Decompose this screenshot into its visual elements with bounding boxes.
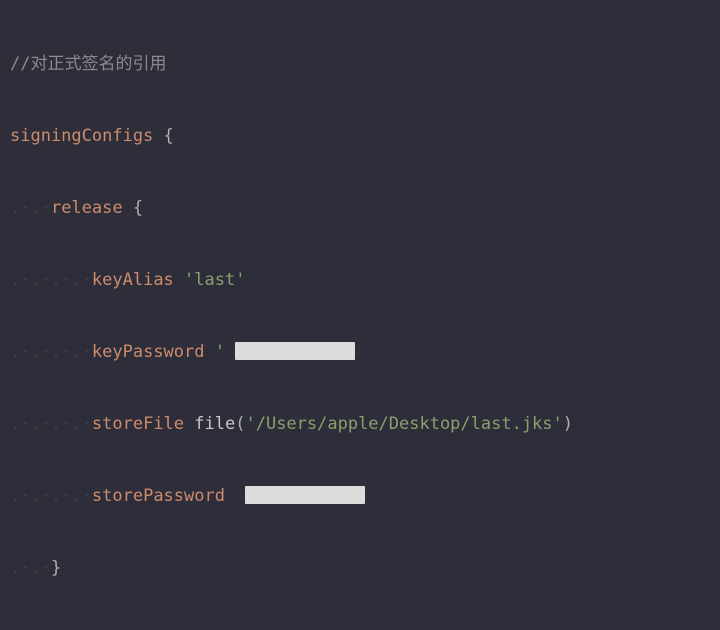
indent: .·.· (10, 342, 51, 362)
func-call: file (194, 414, 235, 434)
code-line: .·.·release { (0, 196, 720, 220)
code-editor: //对正式签名的引用 signingConfigs { .·.·release … (0, 0, 720, 630)
indent: .·.· (10, 198, 51, 218)
indent: .·.· (51, 414, 92, 434)
indent: .·.· (10, 558, 51, 578)
indent: .·.· (10, 486, 51, 506)
brace: { (153, 126, 173, 146)
brace: } (51, 558, 61, 578)
code-line: //对正式签名的引用 (0, 52, 720, 76)
code-line: .·.·.·.·keyPassword ' (0, 340, 720, 364)
keyword: release (51, 198, 123, 218)
comment: //对正式签名的引用 (10, 54, 166, 74)
indent: .·.· (51, 270, 92, 290)
keyword: storeFile (92, 414, 184, 434)
keyword: signingConfigs (10, 126, 153, 146)
keyword: storePassword (92, 486, 225, 506)
indent: .·.· (51, 486, 92, 506)
brace: { (123, 198, 143, 218)
code-line: .·.·.·.·storeFile file('/Users/apple/Des… (0, 412, 720, 436)
paren: ( (235, 414, 245, 434)
code-line: .·.·} (0, 556, 720, 580)
string: '/Users/apple/Desktop/last.jks' (245, 414, 562, 434)
code-line: .·.·.·.·keyAlias 'last' (0, 268, 720, 292)
quote: ' (215, 342, 225, 362)
indent: .·.· (10, 414, 51, 434)
redacted-block (245, 486, 365, 504)
indent: .·.· (51, 342, 92, 362)
keyword: keyPassword (92, 342, 205, 362)
keyword: keyAlias (92, 270, 174, 290)
paren: ) (563, 414, 573, 434)
redacted-block (235, 342, 355, 360)
code-line: signingConfigs { (0, 124, 720, 148)
indent: .·.· (10, 270, 51, 290)
code-line: .·.·.·.·storePassword (0, 484, 720, 508)
string: 'last' (184, 270, 245, 290)
